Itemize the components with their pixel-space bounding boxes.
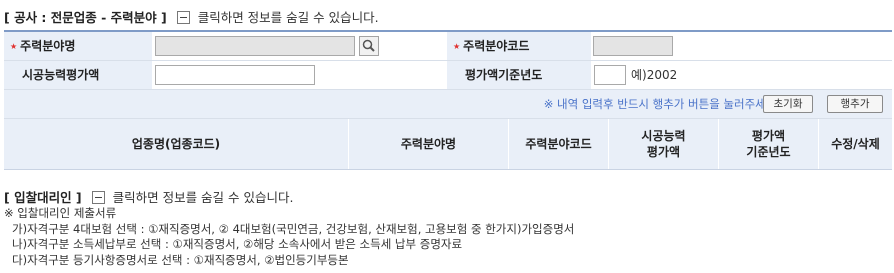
collapse-toggle-text[interactable]: 클릭하면 정보를 숨길 수 있습니다. xyxy=(198,10,379,25)
required-icon: ★ xyxy=(10,42,18,51)
column-header-capacity: 시공능력 평가액 xyxy=(609,119,719,169)
main-code-label: ★ 주력분야코드 xyxy=(447,32,591,60)
grid-header: 업종명(업종코드) 주력분야명 주력분야코드 시공능력 평가액 평가액 기준년도… xyxy=(4,119,892,170)
form-row-capacity: 시공능력평가액 평가액기준년도 예)2002 xyxy=(4,61,892,90)
base-year-label: 평가액기준년도 xyxy=(447,61,591,89)
notice-text: ※ 내역 입력후 반드시 행추가 버튼을 눌러주세요. xyxy=(543,97,780,111)
docs-heading: ※ 입찰대리인 제출서류 xyxy=(4,206,117,220)
specialty-form: ★ 주력분야명 ★ 주력분야코드 시공능력평가액 평가액기준년도 예)2002 xyxy=(4,30,892,90)
section-title: [ 공사 : 전문업종 - 주력분야 ] xyxy=(4,10,167,25)
column-header-base-year: 평가액 기준년도 xyxy=(719,119,819,169)
notice-row: ※ 내역 입력후 반드시 행추가 버튼을 눌러주세요. 초기화 행추가 xyxy=(4,90,892,119)
agent-documents: ※ 입찰대리인 제출서류 가)자격구분 4대보험 선택 : ①재직증명서, ② … xyxy=(4,206,574,268)
column-header-industry: 업종명(업종코드) xyxy=(4,119,349,169)
magnifier-icon xyxy=(362,39,375,52)
main-field-input[interactable] xyxy=(155,36,355,56)
search-button[interactable] xyxy=(359,36,379,56)
docs-item: 나)자격구분 소득세납부로 선택 : ①재직증명서, ②해당 소속사에서 받은 … xyxy=(12,237,463,251)
docs-item: 다)자격구분 등기사항증명서로 선택 : ①재직증명서, ②법인등기부등본 xyxy=(12,252,349,267)
form-row-main-field: ★ 주력분야명 ★ 주력분야코드 xyxy=(4,32,892,61)
main-code-input[interactable] xyxy=(593,36,673,56)
section-header-specialty: [ 공사 : 전문업종 - 주력분야 ] 클릭하면 정보를 숨길 수 있습니다. xyxy=(4,7,379,26)
capacity-input[interactable] xyxy=(155,65,315,85)
collapse-toggle-text[interactable]: 클릭하면 정보를 숨길 수 있습니다. xyxy=(113,190,294,205)
column-header-main-code: 주력분야코드 xyxy=(509,119,609,169)
capacity-label: 시공능력평가액 xyxy=(4,61,152,89)
collapse-toggle-icon[interactable] xyxy=(91,191,105,204)
required-icon: ★ xyxy=(453,42,461,51)
column-header-main-field: 주력분야명 xyxy=(349,119,509,169)
column-header-edit-delete: 수정/삭제 xyxy=(831,137,880,151)
docs-item: 가)자격구분 4대보험 선택 : ①재직증명서, ② 4대보험(국민연금, 건강… xyxy=(12,221,575,236)
main-field-label: ★ 주력분야명 xyxy=(4,32,152,60)
base-year-example: 예)2002 xyxy=(631,68,678,82)
base-year-input[interactable] xyxy=(594,65,626,85)
section-title: [ 입찰대리인 ] xyxy=(4,190,82,205)
reset-button[interactable]: 초기화 xyxy=(763,95,813,113)
collapse-toggle-icon[interactable] xyxy=(176,11,190,24)
section-header-agent: [ 입찰대리인 ] 클릭하면 정보를 숨길 수 있습니다. xyxy=(4,187,293,206)
add-row-button[interactable]: 행추가 xyxy=(827,95,883,113)
